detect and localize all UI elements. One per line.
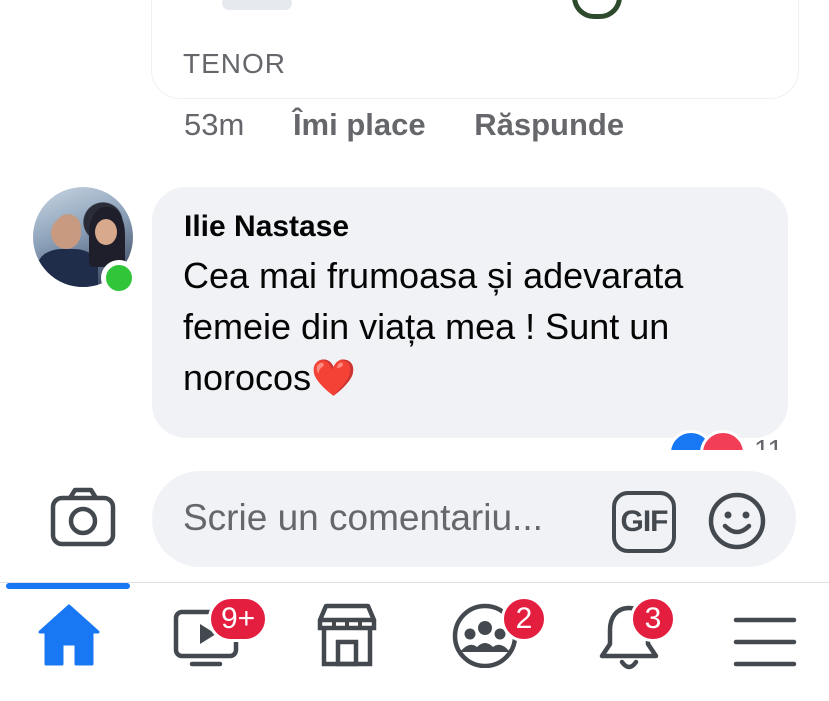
love-reaction-icon [700, 430, 746, 450]
notifications-badge: 3 [630, 596, 676, 642]
watch-badge: 9+ [208, 596, 269, 642]
previous-comment-actions: 53m Îmi place Răspunde [184, 107, 664, 143]
gif-source-label: TENOR [183, 48, 286, 79]
gif-icon[interactable]: GIF [612, 491, 676, 553]
gif-image-fragment [222, 0, 292, 10]
marketplace-icon [317, 603, 377, 667]
home-icon [38, 604, 100, 666]
tab-home[interactable] [34, 598, 144, 688]
reaction-count: 11 [754, 434, 784, 450]
tab-menu[interactable] [730, 598, 829, 688]
gif-image-fragment [572, 0, 622, 19]
reaction-summary[interactable]: 11 [668, 430, 808, 450]
comment-author[interactable]: Ilie Nastase [184, 210, 349, 244]
online-status-dot [101, 260, 137, 296]
comment-timestamp: 53m [184, 107, 245, 142]
comment-text: Cea mai frumoasa și adevarata femeie din… [183, 255, 684, 398]
comment-input-placeholder[interactable]: Scrie un comentariu... [183, 497, 543, 539]
tab-marketplace[interactable] [312, 598, 422, 688]
groups-badge: 2 [501, 596, 547, 642]
menu-icon [733, 617, 797, 667]
active-tab-indicator [6, 583, 130, 589]
camera-icon[interactable] [48, 486, 118, 550]
emoji-icon[interactable] [708, 492, 766, 550]
reply-button[interactable]: Răspunde [474, 107, 624, 143]
like-button[interactable]: Îmi place [293, 107, 426, 143]
